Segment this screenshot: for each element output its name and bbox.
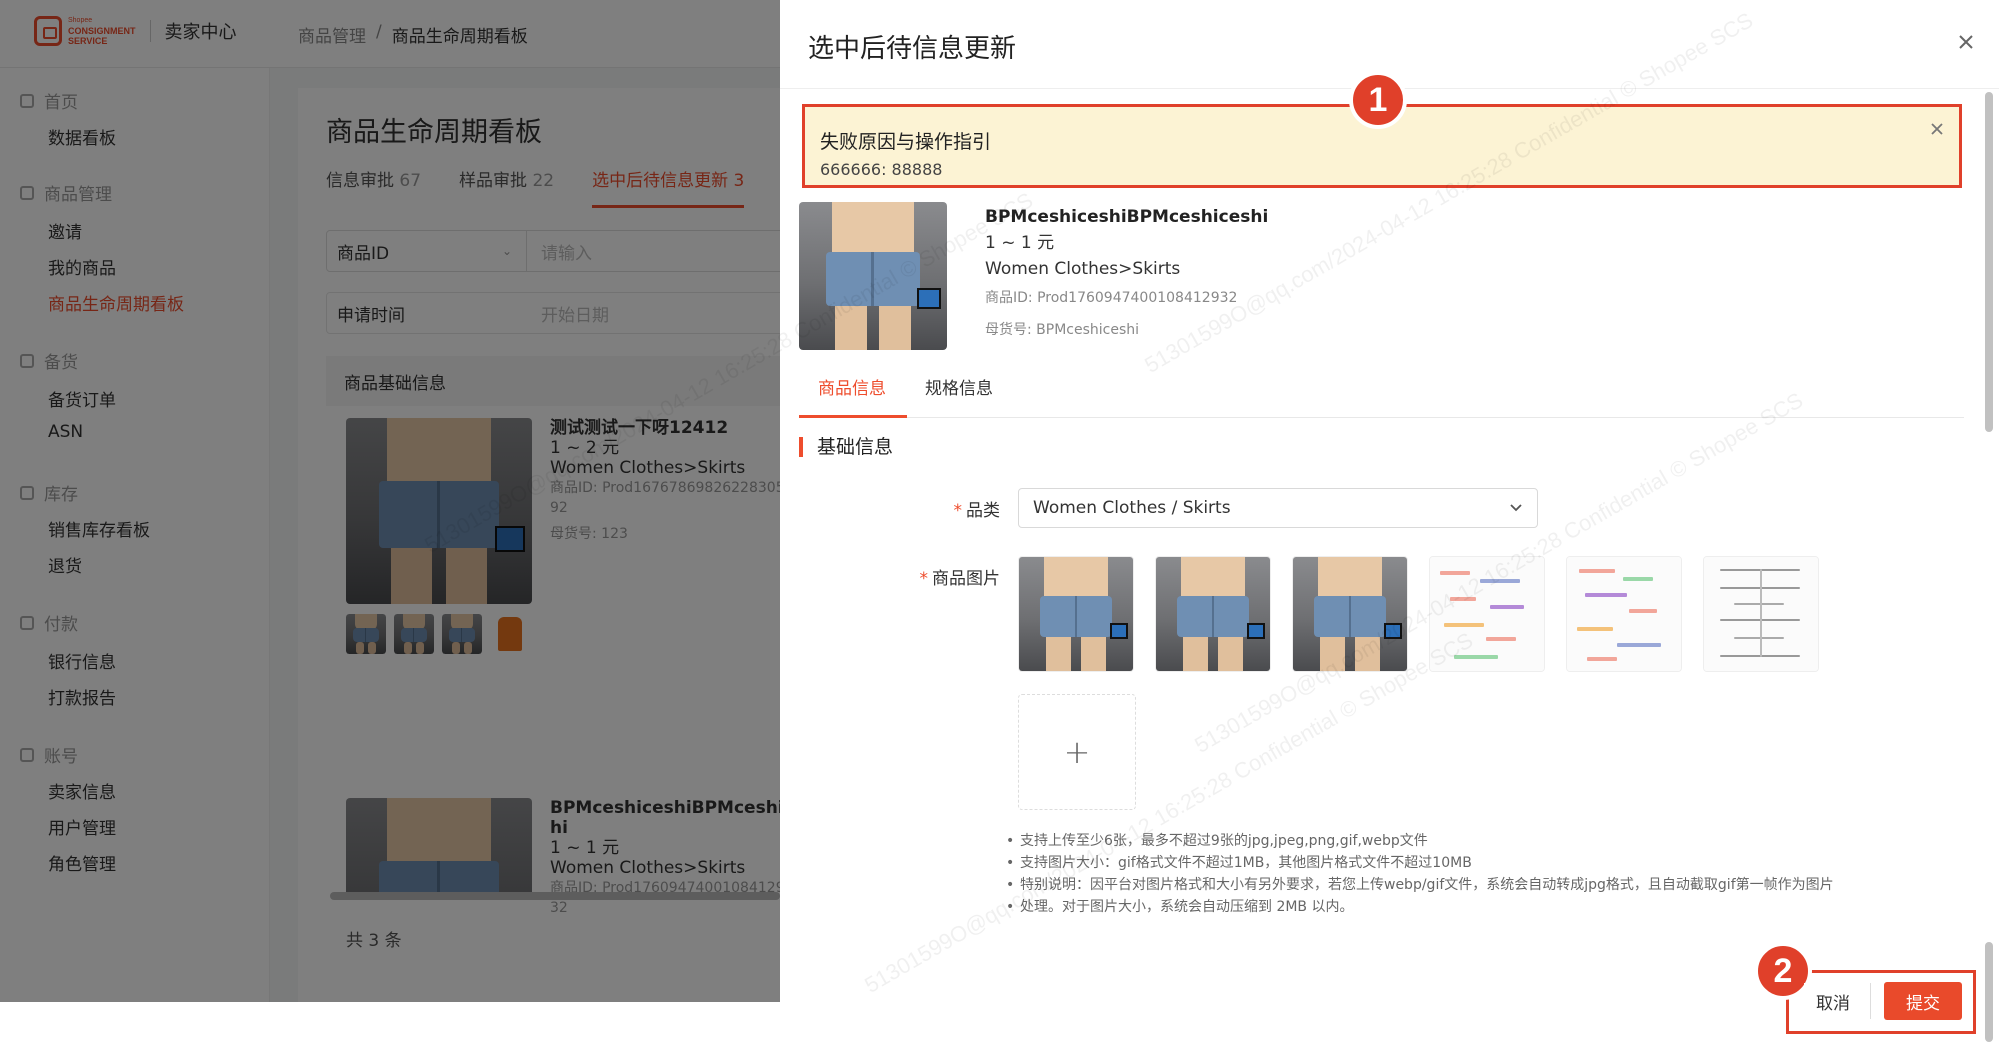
image-upload-button[interactable]: + [1018,694,1136,810]
alert-body: 666666: 88888 [820,160,943,179]
product-image-thumb[interactable] [1703,556,1819,672]
cancel-button[interactable]: 取消 [1804,983,1862,1019]
chevron-down-icon [1510,504,1522,512]
product-image[interactable] [799,202,947,350]
update-drawer: 选中后待信息更新 失败原因与操作指引 666666: 88888 1 BPMce… [780,0,1999,1045]
alert-title: 失败原因与操作指引 [820,131,992,153]
active-tab-indicator [799,415,907,418]
alert-close-icon[interactable] [1929,121,1945,137]
label-text: 商品图片 [932,569,1000,589]
category-label: * 品类 [900,496,1001,521]
annotation-badge-1: 1 [1349,71,1407,129]
modal-overlay[interactable] [0,0,780,1002]
images-label: * 商品图片 [880,564,1001,589]
product-image-thumb[interactable] [1155,556,1271,672]
tab-spec-info[interactable]: 规格信息 [925,374,993,399]
select-value: Women Clothes / Skirts [1033,498,1231,518]
note-item: 支持图片大小：gif格式文件不超过1MB，其他图片格式文件不超过10MB [1006,852,1906,874]
section-title: 基础信息 [799,437,893,457]
close-icon[interactable] [1956,32,1976,52]
product-summary-info: BPMceshiceshiBPMceshiceshi 1 ~ 1 元 Women… [985,204,1485,346]
product-price: 1 ~ 1 元 [985,233,1055,253]
drawer-tabs: 商品信息 规格信息 [799,370,1964,418]
submit-button[interactable]: 提交 [1884,982,1962,1020]
button-divider [1870,983,1871,1019]
product-id: 商品ID: Prod1760947400108412932 [985,290,1238,306]
drawer-scrollbar[interactable] [1981,90,1995,1045]
label-text: 品类 [966,501,1000,521]
product-image-thumb[interactable] [1292,556,1408,672]
category-select[interactable]: Women Clothes / Skirts [1018,488,1538,528]
note-item: 支持上传至少6张，最多不超过9张的jpg,jpeg,png,gif,webp文件 [1006,830,1906,852]
product-sku: 母货号: BPMceshiceshi [985,322,1140,338]
drawer-title: 选中后待信息更新 [808,34,1017,64]
upload-notes: 支持上传至少6张，最多不超过9张的jpg,jpeg,png,gif,webp文件… [1006,830,1906,918]
required-mark: * [919,569,929,589]
note-item: 特别说明：因平台对图片格式和大小有另外要求，若您上传webp/gif文件，系统会… [1006,874,1906,896]
product-name: BPMceshiceshiBPMceshiceshi [985,207,1269,227]
note-item-cont: 处理。对于图片大小，系统会自动压缩到 2MB 以内。 [1006,896,1906,918]
tab-product-info[interactable]: 商品信息 [818,374,886,399]
product-summary: BPMceshiceshiBPMceshiceshi 1 ~ 1 元 Women… [799,202,1268,350]
required-mark: * [953,501,963,521]
product-category: Women Clothes>Skirts [985,259,1181,279]
product-image-thumb[interactable] [1018,556,1134,672]
scrollbar-thumb-lower[interactable] [1985,942,1993,1042]
product-image-thumb[interactable] [1429,556,1545,672]
scrollbar-thumb[interactable] [1985,92,1993,432]
product-image-thumb[interactable] [1566,556,1682,672]
plus-icon: + [1063,733,1091,771]
